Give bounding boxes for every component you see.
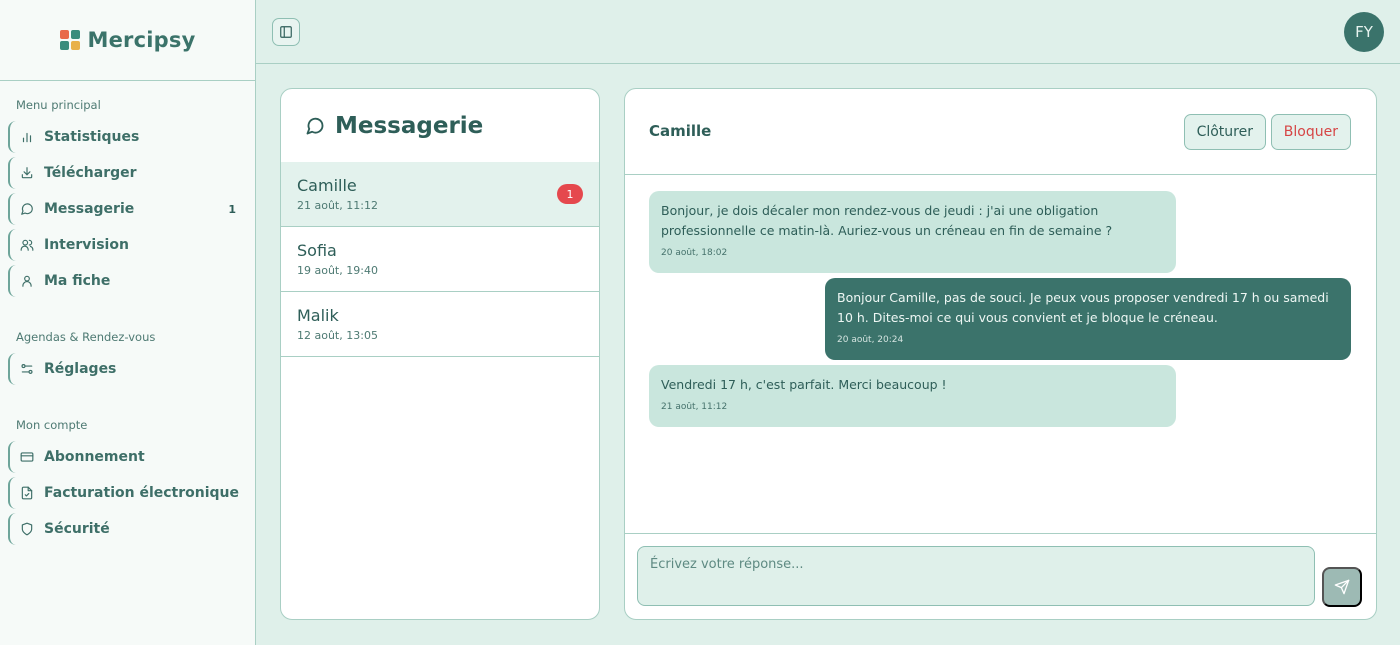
conversation-item-camille[interactable]: Camille 21 août, 11:12 1 — [281, 162, 599, 227]
sidebar: Mercipsy Menu principal Statistiques Tél… — [0, 0, 256, 645]
conversations-panel: Messagerie Camille 21 août, 11:12 1 Sofi… — [280, 88, 600, 620]
panel-left-icon — [280, 26, 292, 38]
unread-badge: 1 — [557, 184, 583, 204]
close-conversation-button[interactable]: Clôturer — [1183, 114, 1266, 150]
conversations-header: Messagerie — [281, 89, 599, 162]
messagerie-count-badge: 1 — [228, 202, 236, 216]
chat-header: Camille Clôturer Bloquer — [625, 89, 1376, 175]
sidebar-item-label: Facturation électronique — [44, 485, 240, 501]
message-text: Vendredi 17 h, c'est parfait. Merci beau… — [661, 377, 947, 392]
avatar[interactable]: FY — [1344, 12, 1384, 52]
sidebar-item-label: Messagerie — [44, 201, 135, 217]
sidebar-item-facturation[interactable]: Facturation électronique — [8, 477, 248, 509]
reply-input[interactable] — [637, 546, 1315, 606]
block-contact-button[interactable]: Bloquer — [1270, 114, 1351, 150]
message-list: Bonjour, je dois décaler mon rendez-vous… — [625, 175, 1376, 535]
sidebar-item-intervision[interactable]: Intervision — [8, 229, 248, 261]
sidebar-item-label: Ma fiche — [44, 273, 111, 289]
user-icon — [22, 275, 32, 287]
conversation-name: Camille — [297, 176, 357, 195]
sidebar-item-statistiques[interactable]: Statistiques — [8, 121, 248, 153]
credit-card-icon — [20, 452, 34, 462]
conversation-item-sofia[interactable]: Sofia 19 août, 19:40 — [281, 227, 599, 292]
message-time: 21 août, 11:12 — [661, 402, 728, 412]
sidebar-item-ma-fiche[interactable]: Ma fiche — [8, 265, 248, 297]
message-text: Bonjour Camille, pas de souci. Je peux v… — [837, 290, 1329, 325]
bar-chart-icon — [22, 132, 32, 143]
sidebar-item-securite[interactable]: Sécurité — [8, 513, 248, 545]
nav-section-title-main: Menu principal — [16, 98, 101, 112]
sidebar-item-label: Télécharger — [44, 165, 137, 181]
message-time: 20 août, 18:02 — [661, 248, 728, 258]
sidebar-item-label: Réglages — [44, 361, 117, 377]
message-circle-icon — [306, 117, 324, 134]
message-circle-icon — [21, 203, 33, 215]
sidebar-item-label: Sécurité — [44, 521, 110, 537]
message-time: 20 août, 20:24 — [837, 335, 904, 345]
message-incoming: Bonjour, je dois décaler mon rendez-vous… — [649, 191, 1176, 273]
download-icon — [21, 167, 33, 179]
shield-icon — [21, 522, 33, 536]
file-check-icon — [21, 486, 33, 500]
topbar: FY — [256, 0, 1400, 64]
users-icon — [20, 239, 34, 251]
chat-panel: Camille Clôturer Bloquer Bonjour, je doi… — [624, 88, 1377, 620]
nav-section-title-agendas: Agendas & Rendez-vous — [16, 330, 156, 344]
conversation-name: Malik — [297, 306, 339, 325]
chat-contact-name: Camille — [649, 122, 712, 140]
sidebar-item-label: Abonnement — [44, 449, 145, 465]
sidebar-item-reglages[interactable]: Réglages — [8, 353, 248, 385]
conversation-date: 21 août, 11:12 — [297, 199, 378, 212]
sidebar-item-label: Intervision — [44, 237, 129, 253]
conversation-name: Sofia — [297, 241, 337, 260]
nav-section-title-compte: Mon compte — [16, 418, 88, 432]
send-button[interactable] — [1322, 567, 1362, 607]
conversations-title: Messagerie — [335, 112, 484, 139]
conversation-date: 19 août, 19:40 — [297, 264, 378, 277]
conversation-date: 12 août, 13:05 — [297, 329, 378, 342]
message-incoming: Vendredi 17 h, c'est parfait. Merci beau… — [649, 365, 1176, 427]
message-text: Bonjour, je dois décaler mon rendez-vous… — [661, 203, 1113, 238]
conversation-item-malik[interactable]: Malik 12 août, 13:05 — [281, 292, 599, 357]
sidebar-item-label: Statistiques — [44, 129, 140, 145]
sidebar-item-telecharger[interactable]: Télécharger — [8, 157, 248, 189]
reply-composer — [625, 533, 1376, 619]
sidebar-toggle-button[interactable] — [272, 18, 300, 46]
sliders-icon — [21, 364, 33, 374]
brand-name: Mercipsy — [87, 28, 196, 52]
brand[interactable]: Mercipsy — [0, 0, 255, 81]
sidebar-item-abonnement[interactable]: Abonnement — [8, 441, 248, 473]
sidebar-item-messagerie[interactable]: Messagerie 1 — [8, 193, 248, 225]
message-outgoing: Bonjour Camille, pas de souci. Je peux v… — [825, 278, 1351, 360]
send-icon — [1334, 579, 1350, 595]
mercipsy-logo-icon — [59, 30, 80, 50]
